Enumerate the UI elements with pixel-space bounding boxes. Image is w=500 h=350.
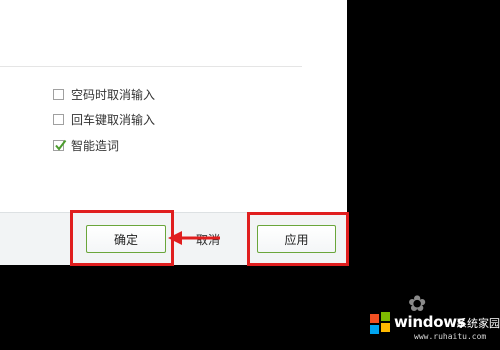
watermark: windows 系统家园 www.ruhaitu.com <box>368 310 500 344</box>
watermark-brand-suffix: 系统家园 <box>456 317 500 330</box>
option-smart-word[interactable]: 智能造词 <box>53 137 119 153</box>
watermark-url: www.ruhaitu.com <box>414 332 487 341</box>
option-empty-code-cancel[interactable]: 空码时取消输入 <box>53 86 155 102</box>
checkmark-icon <box>55 139 67 151</box>
option-enter-cancel[interactable]: 回车键取消输入 <box>53 111 155 127</box>
section-divider <box>0 66 302 67</box>
apply-highlight-box <box>247 212 349 266</box>
checkbox-empty-code-cancel[interactable] <box>53 88 64 100</box>
checkbox-enter-cancel[interactable] <box>53 113 64 125</box>
option-label: 空码时取消输入 <box>71 87 156 102</box>
option-label: 智能造词 <box>71 138 120 153</box>
confirm-highlight-box <box>70 210 174 266</box>
arrow-left-icon <box>168 231 220 245</box>
windows-logo-icon <box>370 314 379 323</box>
option-label: 回车键取消输入 <box>71 112 156 127</box>
checkbox-smart-word[interactable] <box>53 139 67 151</box>
watermark-brand: windows <box>394 313 466 331</box>
